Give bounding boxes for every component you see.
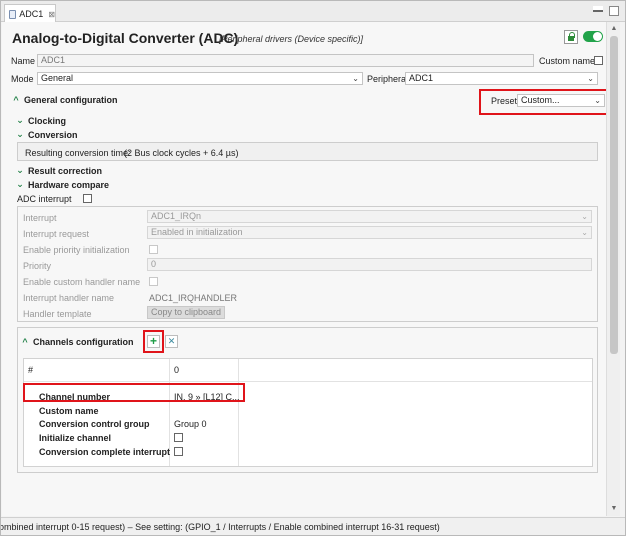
clocking-section[interactable]: ⌄ Clocking xyxy=(16,115,66,126)
interrupt-label: Interrupt xyxy=(23,213,57,223)
handler-name-value: ADC1_IRQHANDLER xyxy=(149,293,238,303)
highlight-preset xyxy=(479,89,606,115)
scroll-up-icon[interactable]: ▲ xyxy=(609,24,619,34)
general-configuration-header[interactable]: ^ General configuration xyxy=(12,95,117,105)
custom-name-label: Custom name xyxy=(539,56,596,66)
tab-adc1[interactable]: ADC1 ⊠ xyxy=(4,4,56,23)
conversion-time-value: (2 Bus clock cycles + 6.4 µs) xyxy=(124,148,239,158)
close-icon[interactable]: ⊠ xyxy=(48,10,55,19)
mode-label: Mode xyxy=(11,74,34,84)
chevron-down-icon: ⌄ xyxy=(587,74,594,83)
peripheral-label: Peripheral xyxy=(367,74,409,84)
interrupt-panel: Interrupt ADC1_IRQn ⌄ Interrupt request … xyxy=(17,206,598,322)
conversion-complete-checkbox[interactable] xyxy=(174,447,183,456)
initialize-channel-checkbox[interactable] xyxy=(174,433,183,442)
component-editor: Analog-to-Digital Converter (ADC) [Perip… xyxy=(2,22,606,516)
conversion-section[interactable]: ⌄ Conversion xyxy=(16,129,77,140)
window-controls xyxy=(593,6,619,16)
page-subtitle: [Peripheral drivers (Device specific)] xyxy=(219,34,364,44)
interrupt-select[interactable]: ADC1_IRQn ⌄ xyxy=(147,210,592,223)
hardware-compare-section[interactable]: ⌄ Hardware compare xyxy=(16,179,109,190)
interrupt-request-select[interactable]: Enabled in initialization ⌄ xyxy=(147,226,592,239)
handler-name-label: Interrupt handler name xyxy=(23,293,115,303)
conversion-complete-label: Conversion complete interrupt xyxy=(39,447,171,457)
channels-configuration-header[interactable]: ^ Channels configuration xyxy=(21,337,133,347)
component-icon xyxy=(9,9,17,19)
priority-init-label: Enable priority initialization xyxy=(23,245,130,255)
interrupt-request-label: Interrupt request xyxy=(23,229,90,239)
scroll-thumb[interactable] xyxy=(610,36,618,354)
priority-init-checkbox[interactable] xyxy=(149,245,158,254)
highlight-add-channel xyxy=(143,330,164,353)
chevron-down-icon: ⌄ xyxy=(581,228,588,237)
copy-to-clipboard-button[interactable]: Copy to clipboard xyxy=(147,306,226,319)
chevron-down-icon: ⌄ xyxy=(16,115,24,125)
conversion-time-label: Resulting conversion time: xyxy=(25,148,131,158)
peripheral-value: ADC1 xyxy=(409,73,434,83)
lock-icon[interactable] xyxy=(564,30,578,44)
mode-value: General xyxy=(41,73,74,83)
enable-toggle[interactable] xyxy=(583,31,603,42)
page-title: Analog-to-Digital Converter (ADC) xyxy=(12,30,239,46)
custom-name-row-label: Custom name xyxy=(39,406,99,416)
conversion-time-panel: Resulting conversion time: (2 Bus clock … xyxy=(17,142,598,161)
priority-field[interactable]: 0 xyxy=(147,258,592,271)
conversion-group-value[interactable]: Group 0 xyxy=(174,419,207,429)
adc-interrupt-label: ADC interrupt xyxy=(17,194,72,204)
chevron-down-icon: ⌄ xyxy=(16,179,24,189)
status-bar: ombined interrupt 0-15 request) – See se… xyxy=(1,517,625,535)
adc-interrupt-checkbox[interactable] xyxy=(83,194,92,203)
chevron-down-icon: ⌄ xyxy=(352,74,359,83)
peripheral-select[interactable]: ADC1 ⌄ xyxy=(405,72,598,85)
result-correction-section[interactable]: ⌄ Result correction xyxy=(16,165,102,176)
mode-select[interactable]: General ⌄ xyxy=(37,72,363,85)
name-field[interactable]: ADC1 xyxy=(37,54,534,67)
initialize-channel-label: Initialize channel xyxy=(39,433,112,443)
chevron-down-icon: ⌄ xyxy=(16,165,24,175)
conversion-group-label: Conversion control group xyxy=(39,419,150,429)
chevron-up-icon: ^ xyxy=(22,337,28,347)
channels-table: # 0 Channel number IN, 9 » [L12] C... Cu… xyxy=(23,358,593,467)
tab-label: ADC1 xyxy=(19,9,44,19)
header-hash: # xyxy=(28,365,34,375)
scroll-down-icon[interactable]: ▼ xyxy=(609,504,619,514)
minimize-icon[interactable] xyxy=(593,6,603,12)
custom-handler-label: Enable custom handler name xyxy=(23,277,141,287)
handler-template-label: Handler template xyxy=(23,309,92,319)
maximize-icon[interactable] xyxy=(609,6,619,16)
chevron-down-icon: ⌄ xyxy=(581,212,588,221)
custom-handler-checkbox[interactable] xyxy=(149,277,158,286)
remove-channel-button[interactable]: ✕ xyxy=(165,335,178,348)
custom-name-checkbox[interactable] xyxy=(594,56,603,65)
vertical-scrollbar[interactable]: ▲ ▼ xyxy=(606,22,620,516)
priority-label: Priority xyxy=(23,261,52,271)
chevron-up-icon: ^ xyxy=(13,95,19,105)
highlight-channel-number xyxy=(23,383,245,402)
status-text: ombined interrupt 0-15 request) – See se… xyxy=(1,522,440,532)
chevron-down-icon: ⌄ xyxy=(16,129,24,139)
tab-bar: ADC1 ⊠ xyxy=(1,1,625,23)
header-index: 0 xyxy=(174,365,180,375)
name-label: Name xyxy=(11,56,36,66)
